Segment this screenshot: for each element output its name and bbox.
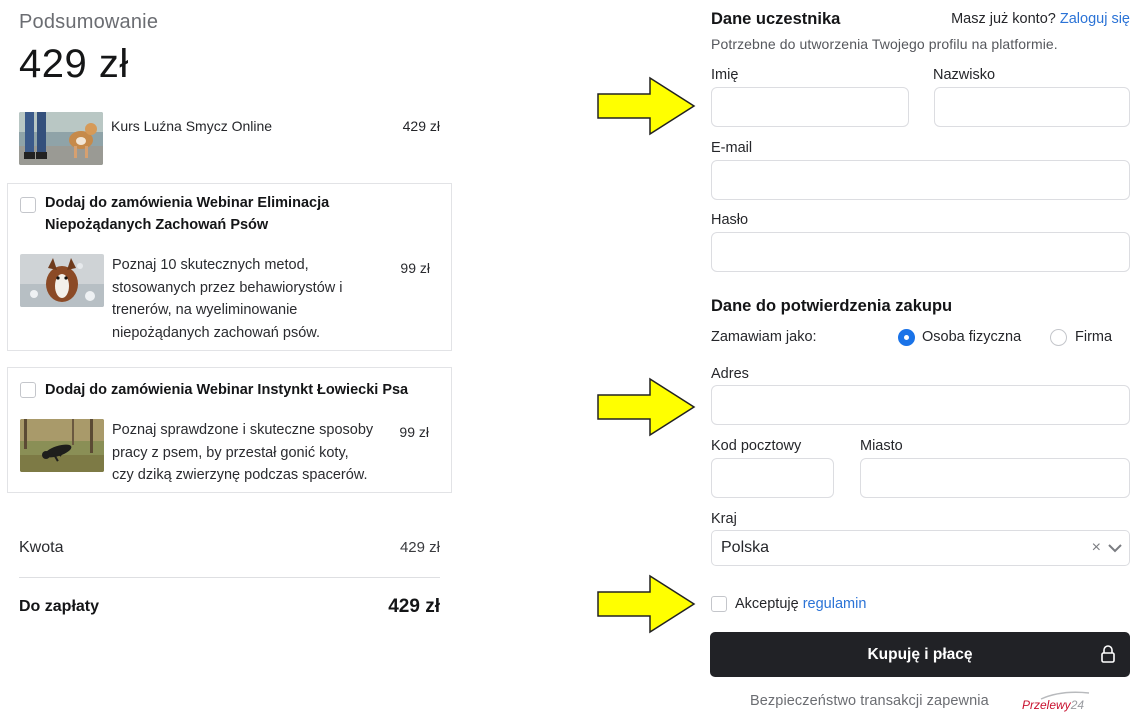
have-account: Masz już konto? Zaloguj się: [951, 11, 1130, 27]
addon-title-line: Niepożądanych Zachowań Psów: [45, 217, 269, 233]
country-value: Polska: [721, 539, 770, 556]
product-thumbnail: [19, 112, 103, 165]
logo-text: Przelewy24: [1022, 698, 1084, 712]
addon-desc-line: niepożądanych zachowań psów.: [112, 324, 320, 341]
last-name-input[interactable]: [934, 87, 1130, 127]
logo-word: Przelewy: [1022, 698, 1071, 712]
participant-subtitle: Potrzebne do utworzenia Twojego profilu …: [711, 36, 1058, 52]
arrow-icon: [597, 574, 696, 634]
address-label: Adres: [711, 366, 749, 382]
product-price: 429 zł: [402, 118, 440, 134]
have-account-text: Masz już konto?: [951, 11, 1056, 27]
arrow-icon: [597, 76, 696, 136]
terms-label: Akceptuję regulamin: [735, 596, 866, 612]
lock-icon: [1101, 645, 1115, 663]
terms-link[interactable]: regulamin: [803, 596, 867, 612]
buy-button-label: Kupuję i płacę: [867, 646, 973, 663]
postal-code-label: Kod pocztowy: [711, 438, 802, 454]
addon-thumbnail: [20, 419, 104, 472]
buy-button[interactable]: Kupuję i płacę: [710, 632, 1130, 677]
amount-label: Kwota: [19, 539, 64, 556]
addon-price: 99 zł: [399, 424, 429, 440]
email-label: E-mail: [711, 140, 753, 156]
radio-company[interactable]: [1050, 329, 1067, 346]
participant-title: Dane uczestnika: [711, 10, 841, 28]
address-input[interactable]: [711, 385, 1130, 425]
secure-text: Bezpieczeństwo transakcji zapewnia: [750, 693, 989, 709]
email-input[interactable]: [711, 160, 1130, 200]
order-as-label: Zamawiam jako:: [711, 329, 817, 345]
first-name-label: Imię: [711, 67, 739, 83]
addon-checkbox[interactable]: [20, 382, 36, 398]
city-input[interactable]: [860, 458, 1130, 498]
country-label: Kraj: [711, 511, 737, 527]
addon-title: Dodaj do zamówienia Webinar Instynkt Łow…: [45, 382, 409, 398]
country-select[interactable]: Polska ×: [711, 530, 1130, 566]
addon-description: Poznaj sprawdzone i skuteczne sposoby pr…: [112, 419, 373, 487]
addon-thumbnail: [20, 254, 104, 307]
postal-code-input[interactable]: [711, 458, 834, 498]
amount-value: 429 zł: [399, 539, 440, 556]
last-name-label: Nazwisko: [933, 67, 996, 83]
przelewy24-logo: Przelewy24: [1019, 690, 1091, 714]
terms-checkbox[interactable]: [711, 596, 727, 612]
arrow-icon: [597, 377, 696, 437]
purchase-title: Dane do potwierdzenia zakupu: [711, 297, 953, 315]
to-pay-value: 429 zł: [388, 596, 440, 617]
product-name: Kurs Luźna Smycz Online: [111, 118, 273, 134]
addon-desc-line: Poznaj 10 skutecznych metod,: [112, 257, 309, 273]
summary-heading: Podsumowanie: [19, 11, 159, 33]
addon-description: Poznaj 10 skutecznych metod, stosowanych…: [112, 254, 343, 344]
radio-company-label[interactable]: Firma: [1075, 329, 1112, 345]
addon-title: Dodaj do zamówienia Webinar Eliminacja N…: [45, 192, 329, 236]
addon-checkbox[interactable]: [20, 197, 36, 213]
addon-title-line: Dodaj do zamówienia Webinar Eliminacja: [45, 195, 330, 211]
addon-desc-line: trenerów, na wyeliminowanie: [112, 302, 298, 318]
radio-person[interactable]: [898, 329, 915, 346]
city-label: Miasto: [860, 438, 903, 454]
first-name-input[interactable]: [711, 87, 909, 127]
summary-total: 429 zł: [19, 42, 129, 86]
logo-num: 24: [1070, 698, 1085, 712]
addon-price: 99 zł: [400, 260, 430, 276]
chevron-down-icon[interactable]: [1107, 540, 1123, 556]
terms-text: Akceptuję: [735, 596, 799, 612]
addon-box-eliminacja: Dodaj do zamówienia Webinar Eliminacja N…: [7, 183, 452, 351]
radio-person-label[interactable]: Osoba fizyczna: [922, 329, 1021, 345]
login-link[interactable]: Zaloguj się: [1060, 11, 1130, 27]
addon-desc-line: stosowanych przez behawiorystów i: [112, 279, 343, 296]
addon-desc-line: czy dziką zwierzynę podczas spacerów.: [112, 467, 368, 483]
summary-divider: [19, 577, 440, 578]
addon-desc-line: pracy z psem, by przestał gonić koty,: [112, 444, 349, 461]
product-row: Kurs Luźna Smycz Online 429 zł: [19, 112, 440, 166]
password-input[interactable]: [711, 232, 1130, 272]
addon-desc-line: Poznaj sprawdzone i skuteczne sposoby: [112, 422, 374, 438]
password-label: Hasło: [711, 212, 749, 228]
to-pay-label: Do zapłaty: [19, 598, 100, 615]
addon-box-instynkt: Dodaj do zamówienia Webinar Instynkt Łow…: [7, 367, 452, 493]
clear-icon[interactable]: ×: [1092, 539, 1101, 557]
